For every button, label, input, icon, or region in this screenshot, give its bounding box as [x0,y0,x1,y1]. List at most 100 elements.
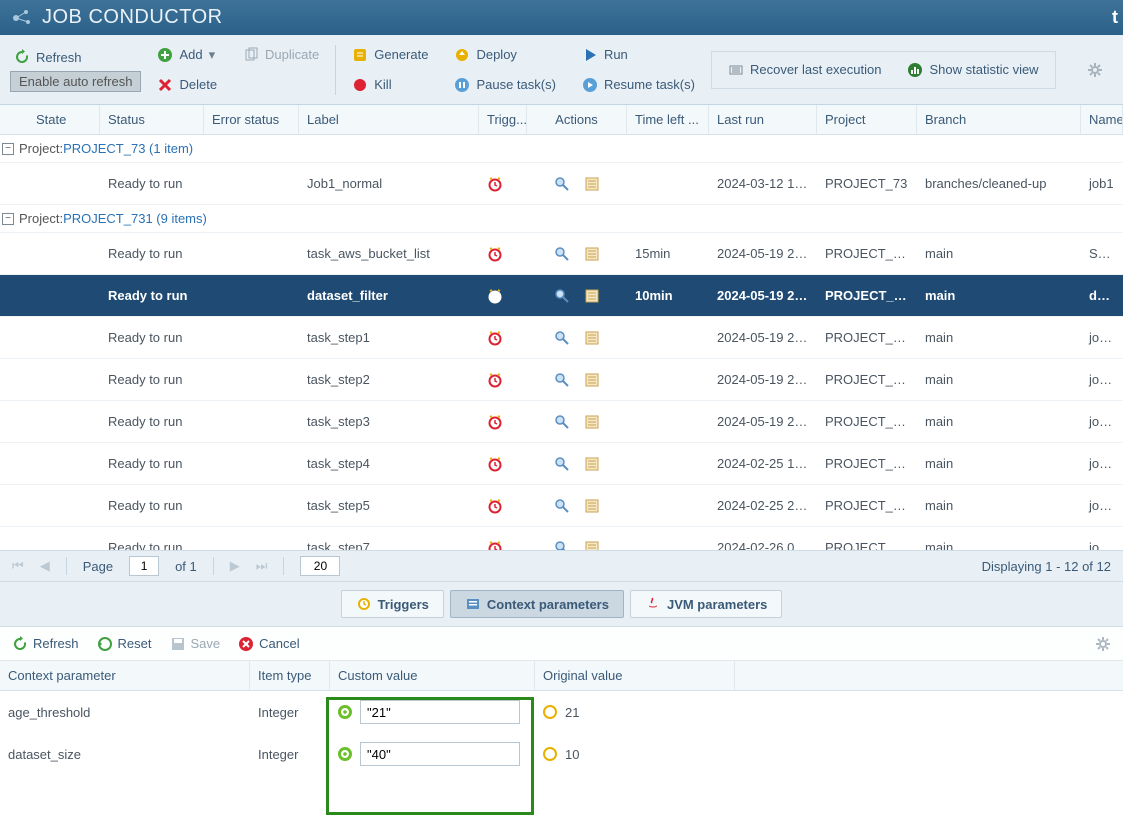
ctx-cancel-button[interactable]: Cancel [238,636,299,652]
delete-button[interactable]: Delete [153,72,221,98]
tab-triggers-label: Triggers [378,597,429,612]
col-project[interactable]: Project [817,105,917,134]
context-row[interactable]: dataset_size Integer 10 [0,733,1123,775]
duplicate-button[interactable]: Duplicate [239,42,323,68]
table-row[interactable]: Ready to run task_step4 2024-02-25 15:..… [0,443,1123,485]
ctx-custom-input[interactable] [360,742,520,766]
context-row[interactable]: age_threshold Integer 21 [0,691,1123,733]
table-row[interactable]: Ready to run Job1_normal 2024-03-12 16:.… [0,163,1123,205]
ctx-cancel-label: Cancel [259,636,299,651]
context-header-row: Context parameter Item type Custom value… [0,661,1123,691]
log-icon[interactable] [584,456,600,472]
col-status[interactable]: Status [100,105,204,134]
radio-active-icon[interactable] [338,705,352,719]
ctx-col-param[interactable]: Context parameter [0,661,250,690]
col-error[interactable]: Error status [204,105,299,134]
radio-active-icon[interactable] [338,747,352,761]
col-timeleft[interactable]: Time left ... [627,105,709,134]
generate-button[interactable]: Generate [348,42,432,68]
group-link[interactable]: PROJECT_73 (1 item) [63,141,193,156]
view-icon[interactable] [554,498,570,514]
table-row[interactable]: Ready to run task_step1 2024-05-19 20:..… [0,317,1123,359]
recover-button[interactable]: Recover last execution [724,60,886,80]
col-actions[interactable]: Actions [527,105,627,134]
gear-icon[interactable] [1087,62,1103,78]
col-state[interactable]: State [0,105,100,134]
table-row[interactable]: Ready to run task_step2 2024-05-19 20:..… [0,359,1123,401]
cell-label: task_step4 [299,456,479,471]
view-icon[interactable] [554,414,570,430]
collapse-icon[interactable]: − [2,143,14,155]
recover-label: Recover last execution [750,62,882,77]
cell-name: job_s [1081,456,1123,471]
log-icon[interactable] [584,540,600,551]
refresh-button[interactable]: Refresh [10,47,141,67]
gear-icon[interactable] [1095,636,1111,652]
stats-button[interactable]: Show statistic view [903,60,1042,80]
collapse-icon[interactable]: − [2,213,14,225]
add-label: Add [179,47,202,62]
view-icon[interactable] [554,330,570,346]
ctx-save-button[interactable]: Save [170,636,221,652]
run-button[interactable]: Run [578,42,699,68]
log-icon[interactable] [584,330,600,346]
cell-branch: main [917,246,1081,261]
tab-context[interactable]: Context parameters [450,590,624,618]
auto-refresh-toggle[interactable]: Enable auto refresh [10,71,141,92]
table-row[interactable]: Ready to run task_aws_bucket_list 15min … [0,233,1123,275]
cell-status: Ready to run [100,246,204,261]
col-trigger[interactable]: Trigg... [479,105,527,134]
log-icon[interactable] [584,288,600,304]
view-icon[interactable] [554,288,570,304]
cell-branch: branches/cleaned-up [917,176,1081,191]
pager-page-input[interactable] [129,556,159,576]
radio-inactive-icon[interactable] [543,705,557,719]
log-icon[interactable] [584,414,600,430]
view-icon[interactable] [554,540,570,551]
table-row[interactable]: Ready to run task_step5 2024-02-25 23:..… [0,485,1123,527]
group-link[interactable]: PROJECT_731 (9 items) [63,211,207,226]
table-row[interactable]: Ready to run dataset_filter 10min 2024-0… [0,275,1123,317]
view-icon[interactable] [554,246,570,262]
view-icon[interactable] [554,176,570,192]
log-icon[interactable] [584,176,600,192]
pager-prev-icon[interactable]: ◀ [40,558,50,574]
pager-size-input[interactable] [300,556,340,576]
ctx-refresh-button[interactable]: Refresh [12,636,79,652]
ctx-cell-type: Integer [250,747,330,762]
log-icon[interactable] [584,372,600,388]
ctx-col-type[interactable]: Item type [250,661,330,690]
log-icon[interactable] [584,246,600,262]
view-icon[interactable] [554,456,570,472]
tab-triggers[interactable]: Triggers [341,590,444,618]
group-row[interactable]: − Project: PROJECT_731 (9 items) [0,205,1123,233]
ctx-col-custom[interactable]: Custom value [330,661,535,690]
resume-button[interactable]: Resume task(s) [578,72,699,98]
col-lastrun[interactable]: Last run [709,105,817,134]
pager-next-icon[interactable]: ▶ [230,558,240,574]
pager-first-icon[interactable]: ⏮ [12,558,24,574]
generate-icon [352,47,368,63]
cell-lastrun: 2024-05-19 20:... [709,330,817,345]
kill-button[interactable]: Kill [348,72,432,98]
tab-jvm[interactable]: JVM parameters [630,590,782,618]
ctx-col-orig[interactable]: Original value [535,661,735,690]
cell-status: Ready to run [100,176,204,191]
deploy-button[interactable]: Deploy [450,42,559,68]
cell-status: Ready to run [100,330,204,345]
ctx-custom-input[interactable] [360,700,520,724]
view-icon[interactable] [554,372,570,388]
log-icon[interactable] [584,498,600,514]
pause-button[interactable]: Pause task(s) [450,72,559,98]
col-label[interactable]: Label [299,105,479,134]
group-row[interactable]: − Project: PROJECT_73 (1 item) [0,135,1123,163]
table-row[interactable]: Ready to run task_step3 2024-05-19 20:..… [0,401,1123,443]
radio-inactive-icon[interactable] [543,747,557,761]
col-name[interactable]: Name [1081,105,1123,134]
ctx-reset-button[interactable]: Reset [97,636,152,652]
clock-icon [487,540,519,551]
table-row[interactable]: Ready to run task_step7 2024-02-26 00:..… [0,527,1123,550]
add-button[interactable]: Add ▾ [153,42,221,68]
pager-last-icon[interactable]: ⏭ [256,558,268,574]
col-branch[interactable]: Branch [917,105,1081,134]
